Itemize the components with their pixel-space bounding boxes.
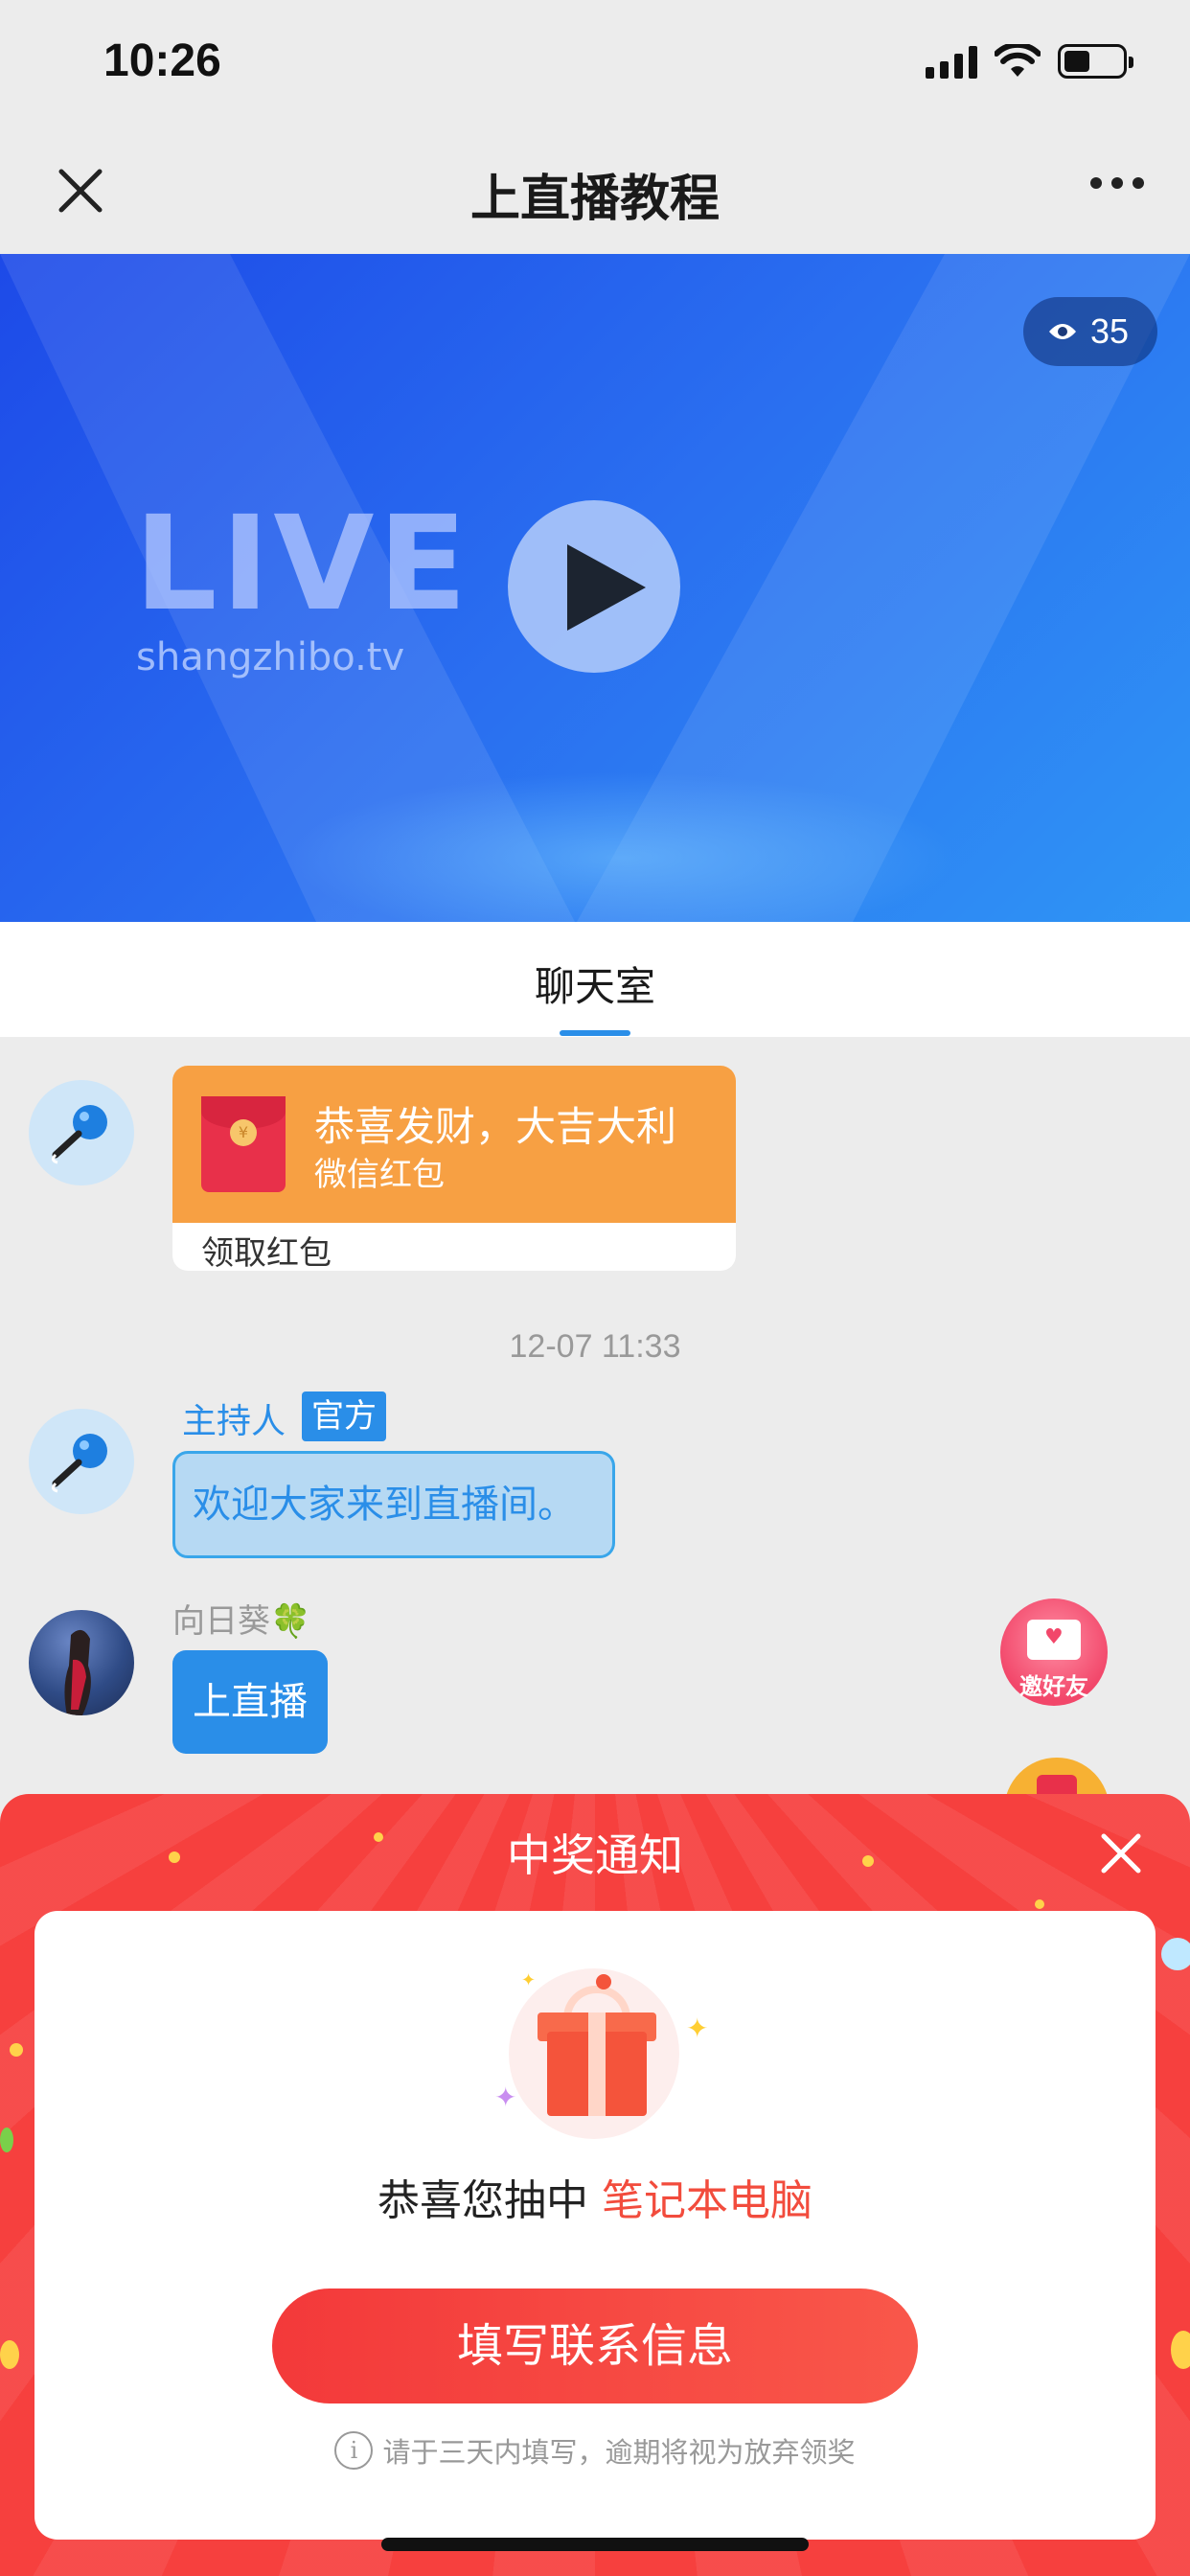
- prize-notification-sheet: 中奖通知 ✦ ✦ ✦ 恭喜您抽中 笔记本电脑 填写联系信息 i 请于三天内填写，…: [0, 1794, 1190, 2576]
- user-avatar[interactable]: [29, 1610, 134, 1715]
- video-player[interactable]: 35 LIVE shangzhibo.tv: [0, 254, 1190, 922]
- live-domain: shangzhibo.tv: [136, 635, 405, 679]
- host-name: 主持人: [182, 1402, 286, 1441]
- info-icon: i: [334, 2431, 374, 2470]
- confetti: [0, 2340, 19, 2369]
- play-button[interactable]: [508, 500, 680, 673]
- nav-bar: 上直播教程: [0, 129, 1190, 254]
- confetti: [10, 2043, 23, 2057]
- wifi-icon: [995, 44, 1041, 77]
- page-title: 上直播教程: [469, 171, 720, 228]
- red-packet-subtitle: 微信红包: [314, 1156, 445, 1194]
- user-message-bubble: 上直播: [172, 1650, 328, 1754]
- chat-timestamp: 12-07 11:33: [509, 1328, 681, 1365]
- microphone-icon: [51, 1434, 107, 1493]
- hint-text: 请于三天内填写，逾期将视为放弃领奖: [382, 2436, 856, 2469]
- deadline-hint: i 请于三天内填写，逾期将视为放弃领奖: [34, 2430, 1156, 2471]
- close-icon[interactable]: [1098, 1830, 1144, 1876]
- sparkle-icon: ✦: [494, 2082, 517, 2113]
- status-time: 10:26: [103, 35, 221, 86]
- host-avatar[interactable]: [29, 1409, 134, 1514]
- eye-icon: [1048, 324, 1076, 339]
- battery-icon: [1058, 44, 1133, 79]
- red-packet-message[interactable]: ¥ 恭喜发财，大吉大利 微信红包 领取红包: [172, 1066, 736, 1271]
- win-message: 恭喜您抽中 笔记本电脑: [34, 2166, 1156, 2227]
- status-bar: 10:26: [0, 0, 1190, 129]
- prize-card: ✦ ✦ ✦ 恭喜您抽中 笔记本电脑 填写联系信息 i 请于三天内填写，逾期将视为…: [34, 1911, 1156, 2540]
- status-icons: [926, 44, 1133, 79]
- chat-list[interactable]: ¥ 恭喜发财，大吉大利 微信红包 领取红包 12-07 11:33 主持人 官方…: [0, 1037, 1190, 1815]
- home-indicator: [381, 2538, 809, 2551]
- red-packet-action[interactable]: 领取红包: [201, 1227, 332, 1271]
- more-icon[interactable]: [1090, 177, 1144, 189]
- tab-chatroom[interactable]: 聊天室: [0, 954, 1190, 1013]
- live-logo: LIVE: [134, 489, 471, 640]
- confetti: [0, 2128, 13, 2152]
- official-tag: 官方: [302, 1392, 386, 1441]
- confetti: [1171, 2331, 1190, 2369]
- gift-icon: [588, 2012, 606, 2116]
- tab-bar: 聊天室: [0, 922, 1190, 1037]
- invite-label: 邀好友: [1019, 1673, 1088, 1700]
- confetti: [596, 1974, 611, 1990]
- view-count-badge: 35: [1022, 297, 1157, 366]
- host-message-bubble: 欢迎大家来到直播间。: [172, 1451, 615, 1558]
- sparkle-icon: ✦: [686, 2012, 709, 2044]
- red-packet-title: 恭喜发财，大吉大利: [314, 1103, 677, 1150]
- sheet-title: 中奖通知: [507, 1829, 683, 1881]
- user-name: 向日葵🍀: [172, 1602, 311, 1641]
- invite-friends-button[interactable]: ♥ 邀好友: [1000, 1598, 1108, 1706]
- user-photo: [64, 1629, 91, 1715]
- host-avatar[interactable]: [29, 1080, 134, 1185]
- win-prefix: 恭喜您抽中: [378, 2176, 588, 2225]
- prize-name: 笔记本电脑: [602, 2176, 812, 2225]
- view-count: 35: [1089, 311, 1129, 351]
- sparkle-icon: ✦: [521, 1970, 537, 1990]
- signal-icon: [926, 44, 977, 79]
- confetti: [1035, 1899, 1044, 1909]
- stage-glow: [287, 771, 958, 922]
- tab-indicator: [560, 1030, 630, 1036]
- microphone-icon: [51, 1105, 107, 1164]
- fill-contact-info-button[interactable]: 填写联系信息: [272, 2288, 918, 2404]
- red-packet-icon: ¥: [201, 1096, 286, 1192]
- confetti: [1161, 1938, 1190, 1970]
- heart-icon: ♥: [1044, 1625, 1064, 1649]
